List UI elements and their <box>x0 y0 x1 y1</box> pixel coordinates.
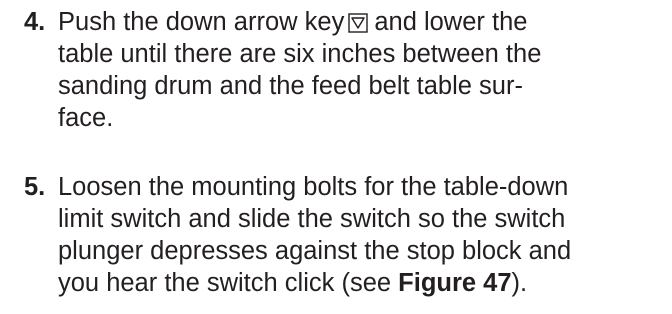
step-text: Push the down arrow key and lower the tab… <box>58 6 541 134</box>
step-line-text: Push the down arrow key <box>58 8 345 36</box>
step-number: 5. <box>24 173 46 201</box>
figure-reference: Figure 47 <box>398 269 512 297</box>
step-line: sanding drum and the feed belt table sur… <box>58 72 523 100</box>
step-line-text: and lower the <box>374 8 528 36</box>
step-line: limit switch and slide the switch so the… <box>58 205 566 233</box>
step-line: table until there are six inches between… <box>58 40 542 68</box>
step-line: face. <box>58 104 114 132</box>
step-line-text: you hear the switch click (see <box>58 269 399 297</box>
step-line: Push the down arrow key and lower the <box>58 6 541 38</box>
document-page: 4. Push the down arrow key and lower the … <box>0 0 672 314</box>
step-line-text: ). <box>511 269 528 297</box>
step-number: 4. <box>24 8 46 36</box>
step-line: Loosen the mounting bolts for the table-… <box>58 173 569 201</box>
step-text: Loosen the mounting bolts for the table-… <box>58 171 571 299</box>
step-line: you hear the switch click (see Figure 47… <box>58 267 571 299</box>
step-line: plunger depresses against the stop block… <box>58 237 572 265</box>
down-arrow-key-icon <box>348 9 369 41</box>
